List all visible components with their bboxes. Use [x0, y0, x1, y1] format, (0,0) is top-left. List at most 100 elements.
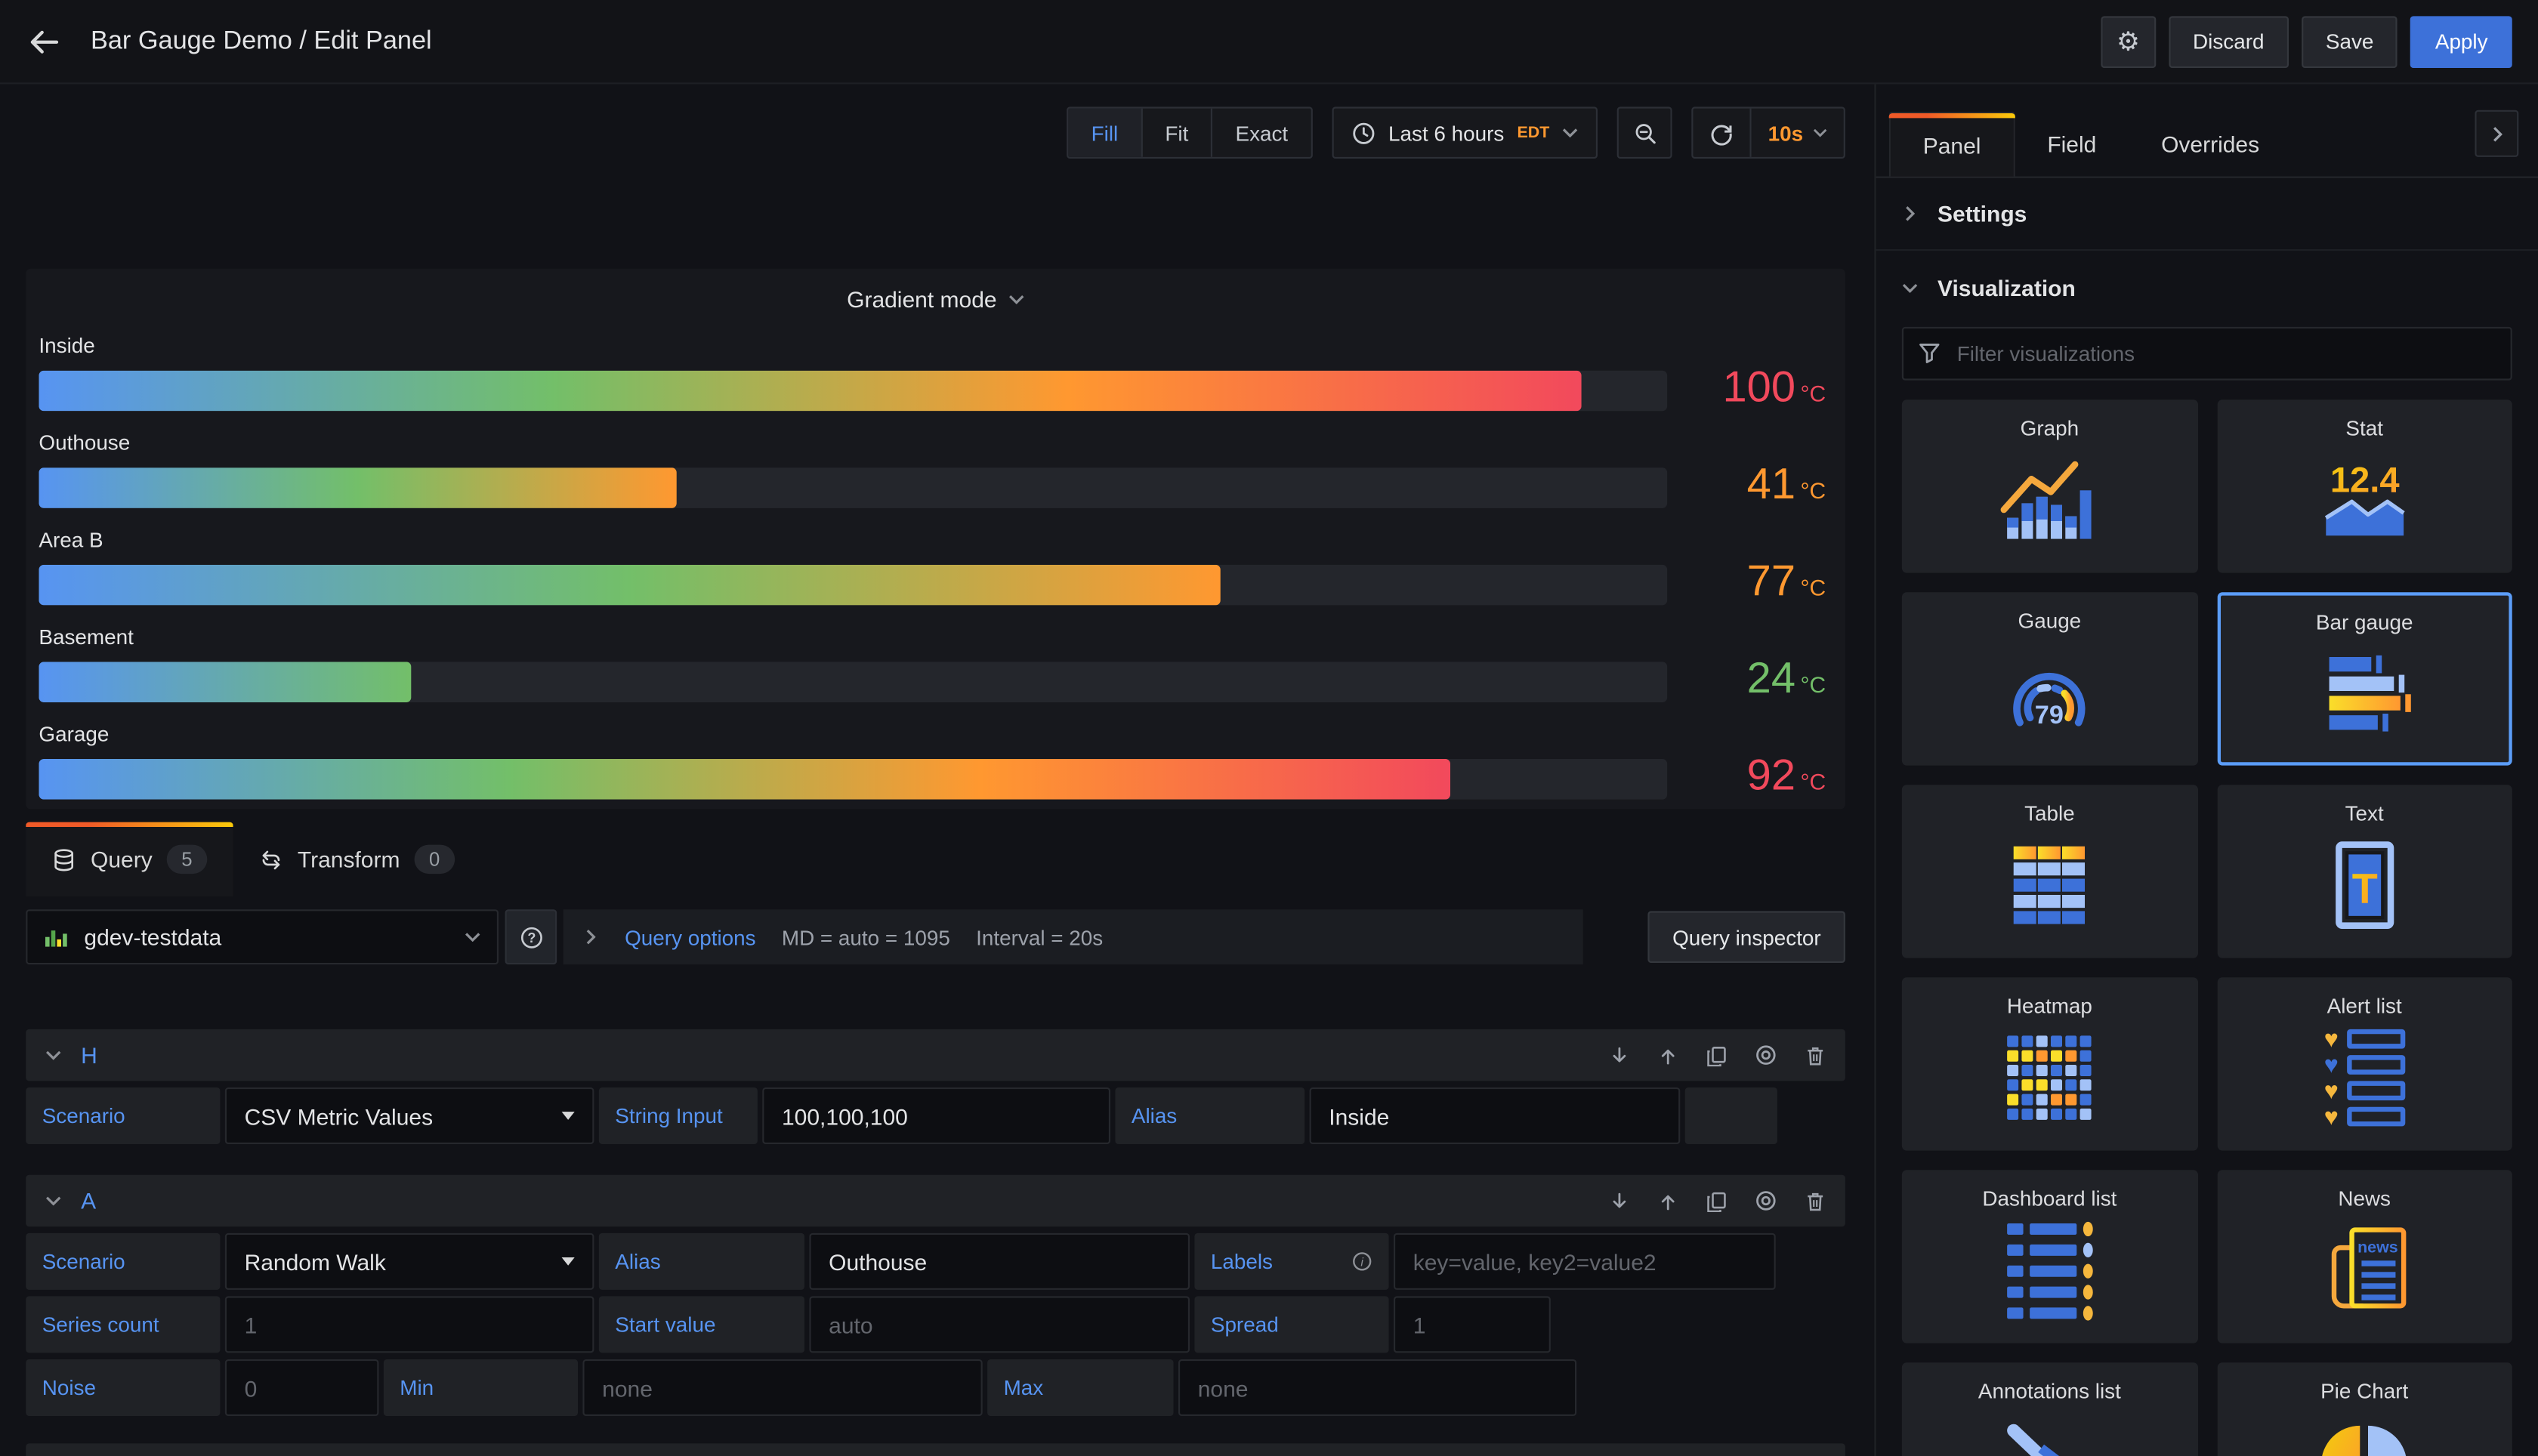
move-query-up-button[interactable] [1657, 1190, 1678, 1211]
section-visualization[interactable]: Visualization [1876, 251, 2538, 323]
duplicate-query-button[interactable] [1706, 1190, 1728, 1211]
bar-gauge-label: Garage [39, 721, 110, 746]
eye-icon [1756, 1191, 1776, 1211]
max-field[interactable] [1178, 1359, 1577, 1416]
delete-query-button[interactable] [1805, 1044, 1826, 1066]
max-label: Max [987, 1359, 1174, 1416]
bar-gauge-track [39, 370, 1668, 412]
tab-panel[interactable]: Panel [1888, 111, 2015, 177]
bar-fill [39, 564, 1221, 606]
disable-query-button[interactable] [1755, 1044, 1777, 1066]
tab-overrides[interactable]: Overrides [2129, 112, 2292, 177]
options-sidebar: Panel Field Overrides Settings Visualiza… [1874, 84, 2538, 1456]
viz-card-pie-chart[interactable]: Pie Chart [2216, 1362, 2512, 1456]
query-header[interactable]: A [26, 1174, 1845, 1227]
noise-field[interactable] [224, 1359, 379, 1416]
svg-text:12.4: 12.4 [2330, 459, 2399, 499]
series-count-field[interactable] [224, 1296, 594, 1353]
query-ref-id: H [81, 1042, 97, 1069]
back-button[interactable] [26, 23, 61, 59]
svg-text:news: news [2357, 1239, 2398, 1257]
trash-icon [1808, 1192, 1823, 1211]
discard-button[interactable]: Discard [2168, 15, 2289, 67]
scenario-select[interactable]: Random Walk [224, 1232, 594, 1290]
refresh-interval-picker[interactable]: 10s [1752, 121, 1844, 145]
section-settings[interactable]: Settings [1876, 178, 2538, 251]
query-options-strip[interactable]: Query options MD = auto = 1095 Interval … [563, 909, 1583, 965]
panel-settings-button[interactable]: ⚙ [2100, 15, 2156, 67]
string-input-label: String Input [598, 1087, 758, 1144]
viz-card-table[interactable]: Table [1901, 785, 2197, 958]
tab-transform-label: Transform [297, 846, 400, 872]
magnifier-minus-icon [1635, 123, 1656, 143]
collapse-sidebar-button[interactable] [2475, 110, 2519, 157]
datasource-picker[interactable]: gdev-testdata [26, 909, 499, 965]
tab-query[interactable]: Query 5 [26, 822, 233, 897]
viz-card-alert-list[interactable]: Alert list ♥ ♥ ♥ ♥ [2216, 977, 2512, 1151]
move-query-up-button[interactable] [1657, 1044, 1678, 1066]
refresh-button[interactable] [1694, 108, 1752, 157]
viz-card-dashboard-list[interactable]: Dashboard list [1901, 1170, 2197, 1343]
datasource-name: gdev-testdata [84, 924, 222, 950]
tab-query-label: Query [91, 846, 153, 872]
news-icon: news [2331, 1227, 2406, 1309]
size-mode-fill[interactable]: Fill [1068, 108, 1143, 157]
size-mode-fit[interactable]: Fit [1142, 108, 1213, 157]
alias-field[interactable] [1309, 1087, 1681, 1144]
query-fields: Series count Start value Spread [26, 1296, 1845, 1353]
move-query-down-button[interactable] [1609, 1044, 1630, 1066]
duplicate-query-button[interactable] [1706, 1044, 1728, 1066]
viz-card-news[interactable]: News news [2216, 1170, 2512, 1343]
query-actions [1609, 1044, 1826, 1066]
bar-gauge-value: 41 °C [1746, 459, 1826, 508]
panel-title-menu[interactable]: Gradient mode [39, 279, 1832, 321]
zoom-out-button[interactable] [1617, 106, 1673, 159]
tab-field[interactable]: Field [2015, 112, 2129, 177]
funnel-icon [1919, 344, 1940, 363]
labels-field[interactable] [1394, 1232, 1776, 1290]
chevron-right-icon [2492, 126, 2502, 141]
arrow-up-icon [1661, 1048, 1675, 1064]
clock-icon [1352, 122, 1374, 143]
viz-card-heatmap[interactable]: Heatmap [1901, 977, 2197, 1151]
query-ref-id: A [81, 1187, 97, 1214]
filter-visualizations-input[interactable] [1901, 326, 2512, 381]
bar-gauge-row: Basement 24 °C [39, 623, 1832, 705]
timezone-label: EDT [1517, 123, 1550, 142]
viz-card-stat[interactable]: Stat 12.4 [2216, 399, 2512, 573]
svg-text:?: ? [526, 930, 535, 945]
alias-field[interactable] [809, 1232, 1190, 1290]
viz-card-bar-gauge[interactable]: Bar gauge [2216, 592, 2512, 766]
query-inspector-button[interactable]: Query inspector [1647, 911, 1845, 963]
viz-card-graph[interactable]: Graph [1901, 399, 2197, 573]
svg-text:T: T [2351, 865, 2377, 912]
move-query-down-button[interactable] [1609, 1190, 1630, 1211]
copy-icon [1707, 1191, 1726, 1211]
query-options-link[interactable]: Query options [625, 925, 755, 949]
delete-query-button[interactable] [1805, 1190, 1826, 1211]
scenario-select[interactable]: CSV Metric Values [224, 1087, 594, 1144]
viz-card-gauge[interactable]: Gauge 79 [1901, 592, 2197, 766]
time-range-picker[interactable]: Last 6 hours EDT [1332, 106, 1598, 159]
viz-card-text[interactable]: Text T [2216, 785, 2512, 958]
tab-transform[interactable]: Transform 0 [233, 822, 480, 897]
string-input-field[interactable] [762, 1087, 1110, 1144]
query-header[interactable]: B [26, 1443, 1845, 1456]
chevron-down-icon [1563, 128, 1578, 138]
apply-button[interactable]: Apply [2410, 15, 2512, 67]
disable-query-button[interactable] [1755, 1189, 1777, 1212]
gauge-icon: 79 [2013, 672, 2086, 730]
min-field[interactable] [582, 1359, 983, 1416]
query-fields: Scenario Random Walk Alias Labels i [26, 1232, 1845, 1290]
spread-field[interactable] [1394, 1296, 1551, 1353]
save-button[interactable]: Save [2301, 15, 2398, 67]
start-value-field[interactable] [809, 1296, 1190, 1353]
scenario-label: Scenario [26, 1232, 221, 1290]
datasource-help-button[interactable]: ? [505, 909, 557, 965]
pie-chart-icon [2321, 1425, 2406, 1456]
interval-label: Interval = 20s [976, 924, 1104, 949]
viz-card-title: Text [2345, 800, 2384, 825]
query-header[interactable]: H [26, 1029, 1845, 1081]
size-mode-exact[interactable]: Exact [1213, 109, 1311, 157]
viz-card-annotations-list[interactable]: Annotations list [1901, 1362, 2197, 1456]
